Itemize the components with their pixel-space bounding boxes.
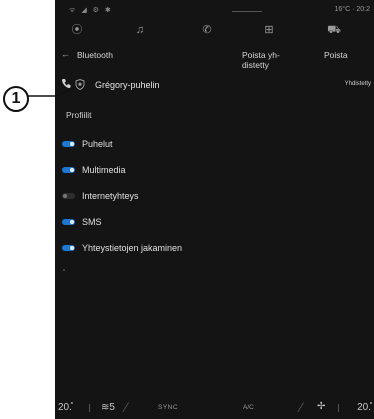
sync-button[interactable]: SYNC (158, 404, 178, 411)
page-header: ← Bluetooth Poista yh-distetty Poista (55, 47, 374, 73)
music-icon[interactable]: ♫ (130, 22, 150, 38)
apps-grid-icon[interactable]: ⊞ (259, 22, 279, 38)
status-bar: ᯤ ◢ ⚙ ✱ 16°C · 20:2 (55, 0, 374, 16)
back-arrow-icon[interactable]: ← (61, 49, 70, 59)
divider: ⁄ (125, 399, 128, 415)
contacts-sharing-toggle[interactable] (62, 245, 75, 251)
profile-label: Puhelut (82, 139, 113, 149)
profiles-heading: Profiilit (66, 110, 92, 120)
location-pin-icon[interactable]: ⦿ (67, 22, 87, 38)
calls-toggle[interactable] (62, 141, 75, 147)
left-temperature[interactable]: 20.̊ (58, 402, 72, 413)
scroll-indicator (63, 269, 65, 271)
fan-icon[interactable]: ✢ (317, 401, 325, 412)
profile-label: Internetyhteys (82, 191, 139, 201)
internet-toggle[interactable] (62, 193, 75, 199)
device-name: Grégory-puhelin (95, 80, 160, 90)
page-title: Bluetooth (77, 50, 113, 60)
profile-label: SMS (82, 217, 102, 227)
phone-icon[interactable]: ✆ (197, 22, 217, 38)
connection-status: Yhdistetty (344, 81, 371, 87)
delete-button[interactable]: Poista (324, 50, 348, 60)
divider: ⁄ (300, 399, 303, 415)
status-divider (232, 11, 262, 12)
right-temperature[interactable]: 20.̊ (357, 402, 371, 413)
top-nav: ⦿ ♫ ✆ ⊞ ⛟ (55, 22, 374, 40)
profile-row-multimedia[interactable]: Multimedia (55, 164, 374, 178)
profile-label: Yhteystietojen jakaminen (82, 243, 183, 253)
car-icon[interactable]: ⛟ (324, 22, 344, 38)
profile-row-contacts[interactable]: Yhteystietojen jakaminen (55, 242, 374, 256)
status-icons: ᯤ ◢ ⚙ ✱ (69, 7, 113, 14)
disconnect-button[interactable]: Poista yh-distetty (242, 50, 300, 70)
shield-icon (75, 78, 85, 91)
callout-marker: 1 (3, 86, 29, 112)
multimedia-toggle[interactable] (62, 167, 75, 173)
sms-toggle[interactable] (62, 219, 75, 225)
divider (338, 404, 339, 412)
profile-row-calls[interactable]: Puhelut (55, 138, 374, 152)
profile-label: Multimedia (82, 165, 126, 175)
profile-row-internet[interactable]: Internetyhteys (55, 190, 374, 204)
profile-row-sms[interactable]: SMS (55, 216, 374, 230)
infotainment-screen: ᯤ ◢ ⚙ ✱ 16°C · 20:2 ⦿ ♫ ✆ ⊞ ⛟ ← Bluetoot… (55, 0, 374, 419)
divider (89, 404, 90, 412)
device-row[interactable]: Grégory-puhelin Yhdistetty (55, 78, 374, 94)
ac-button[interactable]: A/C (243, 404, 254, 411)
seat-heating-button[interactable]: ≋5 (101, 402, 115, 413)
climate-bar: 20.̊ ≋5 SYNC A/C ⁄ ⁄ ✢ 20.̊ (55, 397, 374, 419)
handset-icon (61, 78, 71, 90)
temperature-time: 16°C · 20:2 (334, 6, 371, 13)
